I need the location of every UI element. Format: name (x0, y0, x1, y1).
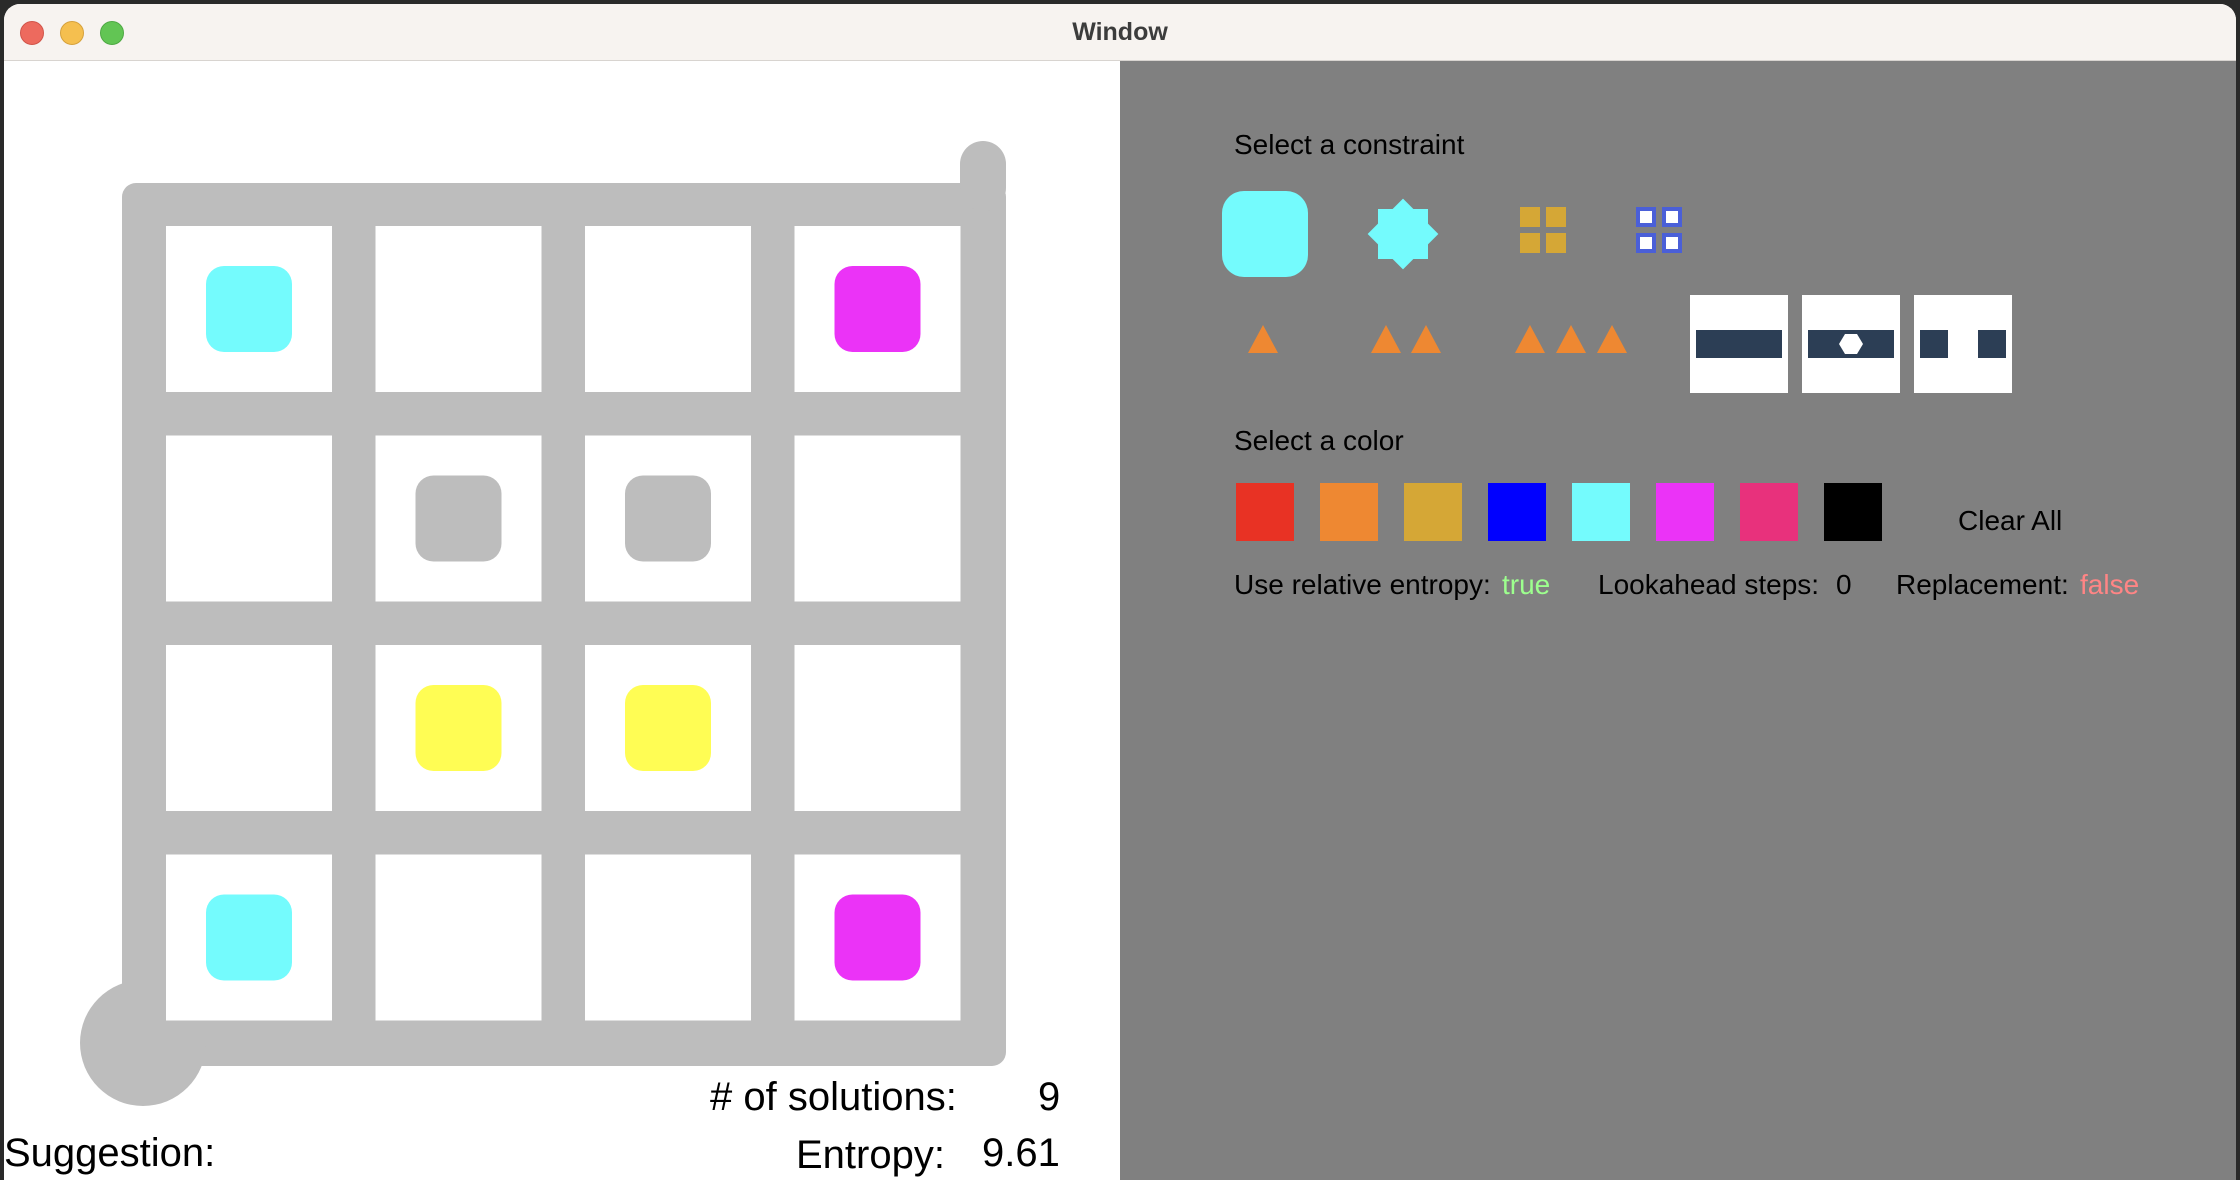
color-swatch[interactable] (1236, 483, 1294, 541)
cyan-square-constraint[interactable] (206, 266, 292, 352)
magenta-square-constraint[interactable] (834, 266, 921, 352)
puzzle-pane: # of solutions: 9 Entropy: 9.61 Suggesti… (4, 61, 1120, 1180)
grid-cell[interactable] (794, 645, 961, 811)
yellow-square-constraint[interactable] (625, 685, 711, 771)
magenta-square-constraint[interactable] (834, 894, 921, 981)
color-swatch[interactable] (1572, 483, 1630, 541)
constraint-section-label: Select a constraint (1234, 129, 1465, 160)
controls-pane: Select a constraint Select a color Clear… (1120, 61, 2236, 1180)
entropy-label: Entropy: (796, 1133, 945, 1177)
puzzle-board[interactable] (4, 61, 1120, 1180)
color-swatch[interactable] (1320, 483, 1378, 541)
grid-cell[interactable] (375, 226, 542, 392)
solutions-label: # of solutions: (710, 1075, 957, 1119)
title-bar[interactable]: Window (4, 4, 2236, 61)
entropy-value: 9.61 (982, 1131, 1060, 1175)
suggestion-label: Suggestion: (4, 1131, 216, 1175)
hollow-tetris-constraint-icon[interactable] (1630, 201, 1690, 261)
grid-cell[interactable] (166, 645, 332, 811)
color-swatch[interactable] (1656, 483, 1714, 541)
cyan-square-constraint[interactable] (206, 894, 292, 981)
path-end-cap[interactable] (960, 141, 1006, 211)
color-swatch[interactable] (1740, 483, 1798, 541)
gap-line-constraint-icon[interactable] (1914, 295, 2012, 393)
two-triangles-constraint-icon[interactable] (1362, 319, 1448, 359)
grid-cell[interactable] (585, 854, 751, 1021)
three-triangles-constraint-icon[interactable] (1508, 319, 1634, 359)
color-section-label: Select a color (1234, 425, 1404, 456)
grid-cell[interactable] (166, 435, 332, 602)
gray-square-constraint[interactable] (625, 475, 711, 562)
relative-entropy-label: Use relative entropy: (1234, 569, 1491, 600)
replacement-toggle[interactable]: false (2080, 569, 2139, 601)
relative-entropy-toggle[interactable]: true (1502, 569, 1550, 601)
color-swatch[interactable] (1824, 483, 1882, 541)
square-constraint-icon[interactable] (1220, 189, 1310, 279)
gray-square-constraint[interactable] (415, 475, 502, 562)
one-triangle-constraint-icon[interactable] (1240, 319, 1286, 359)
filled-tetris-constraint-icon[interactable] (1514, 201, 1574, 261)
replacement-label: Replacement: (1896, 569, 2069, 600)
color-swatch[interactable] (1488, 483, 1546, 541)
solutions-count: 9 (1038, 1075, 1061, 1119)
lookahead-steps-value[interactable]: 0 (1836, 569, 1852, 601)
window-title: Window (1072, 18, 1168, 46)
clear-all-button[interactable]: Clear All (1958, 505, 2062, 537)
grid-cell[interactable] (375, 854, 542, 1021)
color-swatch[interactable] (1404, 483, 1462, 541)
lookahead-label: Lookahead steps: (1598, 569, 1820, 600)
star-constraint-icon[interactable] (1358, 189, 1448, 279)
hexagon-dot-constraint-icon[interactable] (1802, 295, 1900, 393)
broken-line-constraint-icon[interactable] (1690, 295, 1788, 393)
yellow-square-constraint[interactable] (415, 685, 502, 771)
grid-cell[interactable] (794, 435, 961, 602)
app-window: Window # of solutions: 9 Entropy: 9.61 S… (4, 4, 2236, 1180)
grid-cell[interactable] (585, 226, 751, 392)
